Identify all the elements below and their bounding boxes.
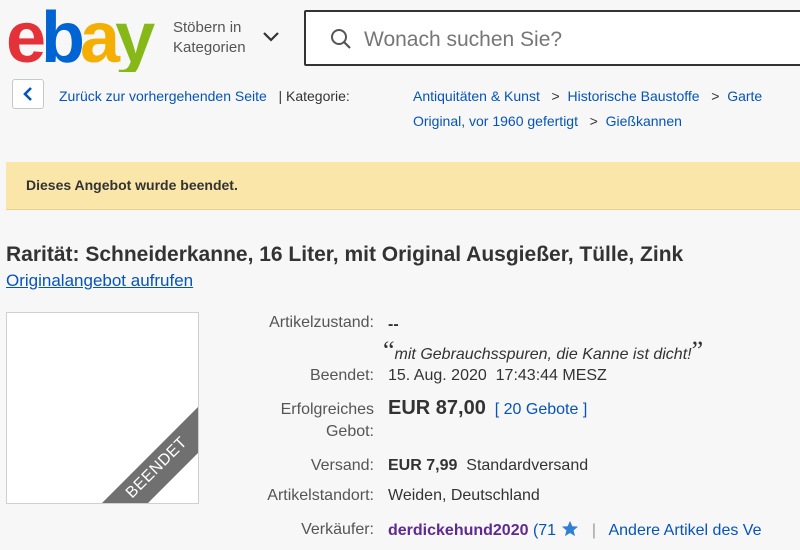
logo-letter-y: y [115, 2, 155, 72]
star-icon [561, 520, 578, 537]
condition-label: Artikelzustand: [269, 314, 374, 331]
category-label: Kategorie: [286, 88, 350, 104]
seller-name-link[interactable]: derdickehund2020 [388, 522, 529, 539]
winning-price: EUR 87,00 [388, 397, 486, 419]
browse-label-line2: Kategorien [173, 39, 246, 56]
breadcrumb-item[interactable]: Gießkannen [606, 113, 682, 129]
search-bar[interactable] [304, 10, 800, 66]
quote-close: ” [691, 336, 704, 365]
breadcrumb-row-2: Original, vor 1960 gefertigt > Gießkanne… [413, 112, 682, 130]
item-image[interactable]: BEENDET [6, 312, 199, 504]
chevron-down-icon[interactable] [262, 30, 280, 44]
location-value: Weiden, Deutschland [388, 487, 540, 504]
winning-bid-label-1: Erfolgreiches [280, 401, 374, 418]
shipping-type: Standardversand [466, 457, 589, 474]
breadcrumb-item[interactable]: Historische Baustoffe [568, 88, 700, 104]
breadcrumb-separator: > [589, 113, 598, 129]
svg-text:ebay: ebay [6, 2, 155, 72]
other-items-link[interactable]: Andere Artikel des Ve [608, 522, 761, 539]
winning-bid-value: EUR 87,00 [ 20 Gebote ] [388, 397, 587, 421]
location-label: Artikelstandort: [267, 487, 374, 504]
feedback-score-link[interactable]: (71 [533, 522, 556, 539]
search-input[interactable] [362, 24, 800, 56]
seller-note: “mit Gebrauchsspuren, die Kanne ist dich… [383, 336, 703, 366]
condition-value: -- [388, 316, 399, 333]
ended-value: 15. Aug. 2020 17:43:44 MESZ [388, 365, 607, 387]
breadcrumb-item[interactable]: Original, vor 1960 gefertigt [413, 113, 578, 129]
ended-ribbon: BEENDET [102, 407, 198, 503]
logo-letter-b: b [41, 2, 83, 72]
ended-label: Beendet: [309, 367, 374, 384]
logo-letter-e: e [6, 2, 44, 72]
breadcrumb-row-1: Zurück zur vorhergehenden Seite | Katego… [59, 87, 350, 105]
banner-message: Dieses Angebot wurde beendet. [26, 177, 238, 193]
ended-date: 15. Aug. 2020 [388, 367, 487, 384]
browse-label-line1: Stöbern in [173, 19, 242, 36]
ended-time: 17:43:44 MESZ [495, 367, 607, 384]
seller-info: derdickehund2020 (71 | Andere Artikel de… [388, 520, 761, 542]
seller-note-text: mit Gebrauchsspuren, die Kanne ist dicht… [394, 346, 692, 363]
seller-divider: | [591, 522, 597, 539]
shipping-value: EUR 7,99 Standardversand [388, 455, 588, 477]
back-button[interactable] [12, 79, 44, 109]
seller-label: Verkäufer: [301, 521, 374, 538]
browse-categories-button[interactable]: Stöbern in Kategorien [173, 18, 246, 58]
search-icon [331, 29, 351, 49]
shipping-label: Versand: [310, 457, 374, 474]
chevron-left-icon [23, 87, 32, 101]
breadcrumb-item[interactable]: Garte [727, 88, 762, 104]
quote-open: “ [383, 336, 395, 365]
breadcrumb-separator: > [551, 88, 560, 104]
bid-history-link[interactable]: 20 Gebote [504, 401, 579, 418]
ebay-logo[interactable]: ebay [6, 2, 168, 72]
listing-title: Rarität: Schneiderkanne, 16 Liter, mit O… [6, 243, 684, 266]
listing-ended-banner: Dieses Angebot wurde beendet. [6, 162, 800, 210]
original-listing-link[interactable]: Originalangebot aufrufen [6, 270, 193, 292]
back-link[interactable]: Zurück zur vorhergehenden Seite [59, 88, 267, 104]
bids-bracket-open: [ [494, 401, 500, 418]
breadcrumb: Antiquitäten & Kunst > Historische Baust… [413, 87, 762, 105]
ebay-logo-mark: ebay [6, 2, 160, 72]
winning-bid-label-2: Gebot: [325, 423, 374, 440]
bids-bracket-close: ] [582, 401, 588, 418]
breadcrumb-item[interactable]: Antiquitäten & Kunst [413, 88, 540, 104]
breadcrumb-divider: | [278, 88, 283, 104]
shipping-price: EUR 7,99 [388, 457, 458, 474]
breadcrumb-separator: > [711, 88, 720, 104]
